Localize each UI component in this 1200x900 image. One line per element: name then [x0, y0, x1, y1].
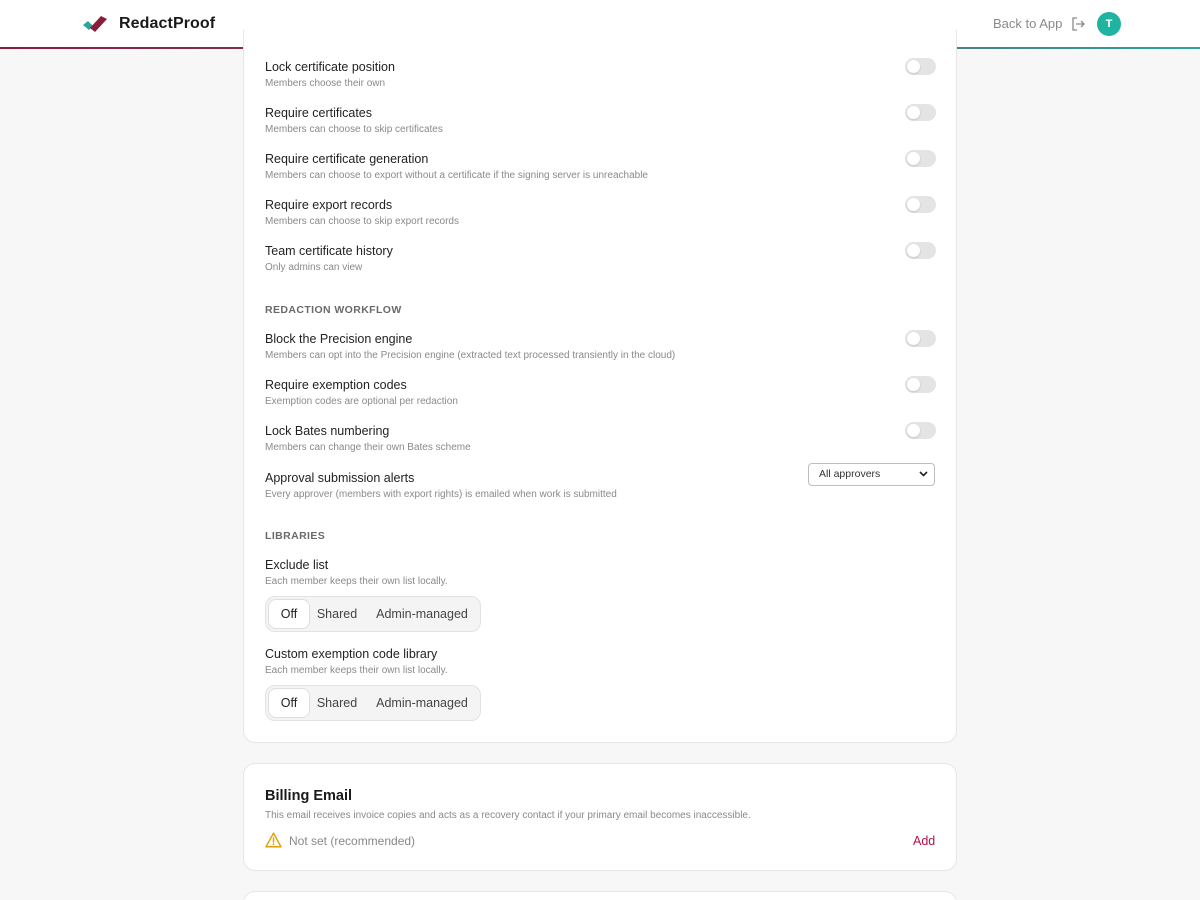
brand-name[interactable]: RedactProof [119, 15, 215, 33]
toggle-knob [907, 378, 920, 391]
team-policies-card: Lock certificate position Members choose… [243, 30, 957, 743]
setting-description: Members can choose to export without a c… [265, 170, 648, 181]
exemption-library-option-shared[interactable]: Shared [311, 689, 363, 717]
setting-description: Members can opt into the Precision engin… [265, 350, 676, 361]
setting-require-certificate-generation: Require certificate generation Members c… [265, 150, 937, 192]
exemption-library-option-admin-managed[interactable]: Admin-managed [368, 689, 476, 717]
setting-title: Require certificate generation [265, 152, 429, 166]
setting-description: Each member keeps their own list locally… [265, 576, 448, 587]
setting-custom-exemption-code-library: Custom exemption code library Each membe… [265, 647, 937, 687]
setting-title: Lock Bates numbering [265, 424, 390, 438]
setting-title: Require export records [265, 198, 393, 212]
require-exemption-codes-toggle[interactable] [905, 376, 936, 393]
setting-lock-bates-numbering: Lock Bates numbering Members can change … [265, 422, 937, 464]
toggle-knob [907, 244, 920, 257]
setting-approval-submission-alerts: Approval submission alerts Every approve… [265, 463, 937, 511]
block-precision-engine-toggle[interactable] [905, 330, 936, 347]
billing-email-status: Not set (recommended) [289, 834, 416, 848]
setting-description: Each member keeps their own list locally… [265, 665, 448, 676]
next-settings-card [243, 891, 957, 900]
logout-icon[interactable] [1070, 16, 1086, 32]
setting-title: Lock certificate position [265, 60, 395, 74]
toggle-knob [907, 424, 920, 437]
require-certificate-generation-toggle[interactable] [905, 150, 936, 167]
exclude-list-option-admin-managed[interactable]: Admin-managed [368, 600, 476, 628]
lock-certificate-position-toggle[interactable] [905, 58, 936, 75]
redactproof-logo-icon[interactable] [82, 13, 108, 35]
setting-require-export-records: Require export records Members can choos… [265, 196, 937, 238]
billing-email-title: Billing Email [265, 788, 353, 804]
setting-description: Exemption codes are optional per redacti… [265, 396, 458, 407]
toggle-knob [907, 198, 920, 211]
setting-title: Block the Precision engine [265, 332, 413, 346]
setting-description: Every approver (members with export righ… [265, 489, 617, 500]
warning-icon [265, 832, 282, 848]
setting-title: Approval submission alerts [265, 471, 415, 485]
setting-block-precision-engine: Block the Precision engine Members can o… [265, 330, 937, 372]
chevron-down-icon [919, 471, 928, 477]
require-certificates-toggle[interactable] [905, 104, 936, 121]
setting-title: Require exemption codes [265, 378, 407, 392]
toggle-knob [907, 152, 920, 165]
setting-exclude-list: Exclude list Each member keeps their own… [265, 558, 937, 598]
setting-description: Members can change their own Bates schem… [265, 442, 471, 453]
setting-description: Members can choose to skip certificates [265, 124, 443, 135]
team-certificate-history-toggle[interactable] [905, 242, 936, 259]
select-value: All approvers [819, 468, 881, 480]
exclude-list-option-shared[interactable]: Shared [311, 600, 363, 628]
billing-email-description: This email receives invoice copies and a… [265, 810, 751, 821]
setting-title: Team certificate history [265, 244, 393, 258]
toggle-knob [907, 60, 920, 73]
setting-description: Members can choose to skip export record… [265, 216, 459, 227]
back-to-app-link[interactable]: Back to App [993, 16, 1062, 31]
toggle-knob [907, 332, 920, 345]
setting-title: Require certificates [265, 106, 372, 120]
setting-team-certificate-history: Team certificate history Only admins can… [265, 242, 937, 284]
setting-lock-certificate-position: Lock certificate position Members choose… [265, 58, 937, 100]
section-label-libraries: LIBRARIES [265, 530, 326, 542]
setting-require-certificates: Require certificates Members can choose … [265, 104, 937, 146]
section-label-redaction-workflow: REDACTION WORKFLOW [265, 304, 402, 316]
billing-email-card: Billing Email This email receives invoic… [243, 763, 957, 871]
exemption-library-mode-selector: Off Shared Admin-managed [265, 685, 481, 721]
approval-alerts-select[interactable]: All approvers [808, 463, 935, 486]
require-export-records-toggle[interactable] [905, 196, 936, 213]
add-billing-email-link[interactable]: Add [913, 834, 935, 848]
exclude-list-option-off[interactable]: Off [269, 600, 309, 628]
setting-description: Members choose their own [265, 78, 386, 89]
setting-title: Custom exemption code library [265, 647, 438, 661]
toggle-knob [907, 106, 920, 119]
setting-description: Only admins can view [265, 262, 363, 273]
exemption-library-option-off[interactable]: Off [269, 689, 309, 717]
lock-bates-numbering-toggle[interactable] [905, 422, 936, 439]
setting-title: Exclude list [265, 558, 329, 572]
user-avatar[interactable]: T [1097, 12, 1121, 36]
exclude-list-mode-selector: Off Shared Admin-managed [265, 596, 481, 632]
setting-require-exemption-codes: Require exemption codes Exemption codes … [265, 376, 937, 418]
